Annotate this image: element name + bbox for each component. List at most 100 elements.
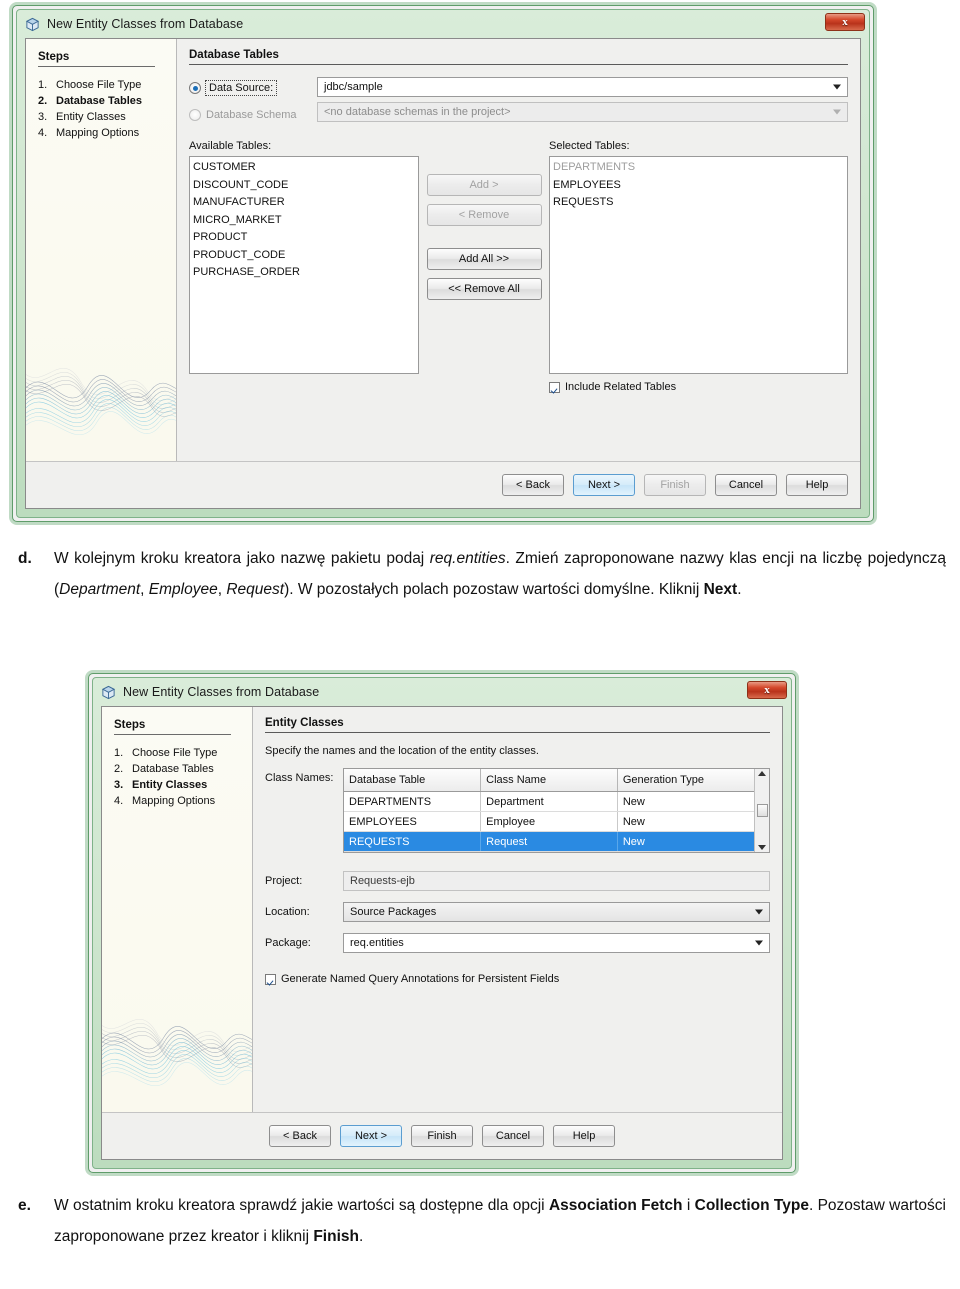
list-item[interactable]: PRODUCT [193, 229, 418, 247]
remove-button[interactable]: < Remove [426, 204, 542, 226]
add-all-button[interactable]: Add All >> [426, 248, 542, 270]
available-tables-listbox[interactable]: CUSTOMER DISCOUNT_CODE MANUFACTURER MICR… [189, 156, 419, 374]
generate-named-query-checkbox[interactable]: Generate Named Query Annotations for Per… [265, 973, 770, 985]
sidebar-item-database-tables[interactable]: 2. Database Tables [38, 93, 176, 109]
cell-generation-type[interactable]: New [617, 791, 754, 812]
project-label: Project: [265, 875, 303, 887]
column-header-generation-type[interactable]: Generation Type [617, 769, 754, 792]
radio-button-icon[interactable] [189, 109, 201, 121]
remove-all-button[interactable]: << Remove All [426, 278, 542, 300]
dialog-entity-classes[interactable]: New Entity Classes from Database x Steps… [88, 673, 796, 1173]
sidebar-item-database-tables[interactable]: 2. Database Tables [114, 761, 252, 777]
radio-button-icon[interactable] [189, 82, 201, 94]
close-icon[interactable]: x [747, 681, 787, 699]
chevron-down-icon[interactable] [833, 84, 841, 90]
dialog2-titlebar[interactable]: New Entity Classes from Database x [93, 678, 791, 706]
source-radio-group: Data Source: Database Schema [189, 77, 307, 131]
checkbox-icon[interactable] [265, 973, 276, 985]
cell-database-table[interactable]: DEPARTMENTS [344, 791, 482, 812]
sidebar-item-entity-classes[interactable]: 3. Entity Classes [114, 777, 252, 793]
class-names-row: Class Names: Database Table Class Name G… [265, 768, 770, 853]
list-item[interactable]: DEPARTMENTS [553, 159, 847, 177]
dialog1-frame: New Entity Classes from Database x Steps… [16, 9, 870, 518]
cancel-button[interactable]: Cancel [715, 474, 777, 496]
next-button[interactable]: Next > [340, 1125, 402, 1147]
list-item[interactable]: PRODUCT_CODE [193, 247, 418, 265]
chevron-down-icon[interactable] [755, 909, 763, 915]
class-names-table-wrapper[interactable]: Database Table Class Name Generation Typ… [343, 768, 770, 853]
entity-classes-description: Specify the names and the location of th… [265, 745, 539, 757]
include-related-tables-checkbox[interactable]: Include Related Tables [549, 381, 848, 393]
selected-tables-label: Selected Tables: [549, 140, 630, 152]
list-item[interactable]: PURCHASE_ORDER [193, 264, 418, 282]
class-names-table[interactable]: Database Table Class Name Generation Typ… [344, 769, 754, 852]
steps-list: 1. Choose File Type 2. Database Tables 3… [38, 77, 176, 141]
sidebar-item-choose-file-type[interactable]: 1. Choose File Type [114, 745, 252, 761]
include-related-tables-label: Include Related Tables [565, 381, 677, 393]
column-header-database-table[interactable]: Database Table [344, 769, 482, 792]
finish-button[interactable]: Finish [644, 474, 706, 496]
sidebar-item-choose-file-type[interactable]: 1. Choose File Type [38, 77, 176, 93]
table-row-selected[interactable]: REQUESTS Request New [344, 831, 754, 852]
data-source-combo[interactable]: jdbc/sample [317, 77, 848, 97]
step-label: Database Tables [132, 763, 214, 775]
dialog2-steps-pane: Steps 1. Choose File Type 2. Database Ta… [102, 707, 253, 1112]
dialog2-frame: New Entity Classes from Database x Steps… [92, 677, 792, 1169]
dialog2-content: Steps 1. Choose File Type 2. Database Ta… [102, 707, 782, 1112]
location-combo[interactable]: Source Packages [343, 902, 770, 922]
list-item[interactable]: MANUFACTURER [193, 194, 418, 212]
list-item[interactable]: REQUESTS [553, 194, 847, 212]
back-button[interactable]: < Back [269, 1125, 331, 1147]
table-row[interactable]: DEPARTMENTS Department New [344, 791, 754, 812]
close-icon[interactable]: x [825, 13, 865, 31]
cancel-button[interactable]: Cancel [482, 1125, 544, 1147]
dialog2-main-pane: Entity Classes Specify the names and the… [253, 707, 782, 1112]
cell-class-name[interactable]: Request [480, 831, 618, 852]
cell-database-table[interactable]: EMPLOYEES [344, 811, 482, 832]
table-row[interactable]: EMPLOYEES Employee New [344, 811, 754, 832]
checkbox-icon[interactable] [549, 381, 560, 393]
list-item[interactable]: DISCOUNT_CODE [193, 177, 418, 195]
package-combo[interactable]: req.entities [343, 933, 770, 953]
scrollbar-thumb[interactable] [756, 804, 768, 817]
scroll-down-icon[interactable] [758, 845, 766, 850]
chevron-down-icon[interactable] [755, 940, 763, 946]
datasource-row: Data Source: Database Schema jdbc/sample [189, 77, 848, 131]
steps-heading: Steps [114, 719, 231, 735]
selected-tables-listbox[interactable]: DEPARTMENTS EMPLOYEES REQUESTS [549, 156, 848, 374]
cell-generation-type[interactable]: New [617, 831, 754, 852]
cell-database-table[interactable]: REQUESTS [344, 831, 482, 852]
next-button[interactable]: Next > [573, 474, 635, 496]
package-value: req.entities [350, 937, 404, 949]
cell-class-name[interactable]: Department [480, 791, 618, 812]
add-button[interactable]: Add > [426, 174, 542, 196]
netbeans-wave-graphic [26, 368, 176, 435]
sidebar-item-mapping-options[interactable]: 4. Mapping Options [114, 793, 252, 809]
cell-generation-type[interactable]: New [617, 811, 754, 832]
data-source-value: jdbc/sample [324, 81, 383, 93]
list-item[interactable]: CUSTOMER [193, 159, 418, 177]
step-number: 2. [114, 763, 124, 775]
netbeans-wave-graphic [102, 1019, 252, 1086]
help-button[interactable]: Help [786, 474, 848, 496]
paragraph-e-text: W ostatnim kroku kreatora sprawdź jakie … [54, 1197, 946, 1245]
package-label: Package: [265, 937, 311, 949]
dialog-database-tables[interactable]: New Entity Classes from Database x Steps… [12, 5, 874, 522]
finish-button[interactable]: Finish [411, 1125, 473, 1147]
column-header-class-name[interactable]: Class Name [480, 769, 618, 792]
step-label: Database Tables [56, 95, 143, 107]
help-button[interactable]: Help [553, 1125, 615, 1147]
cell-class-name[interactable]: Employee [480, 811, 618, 832]
sidebar-item-entity-classes[interactable]: 3. Entity Classes [38, 109, 176, 125]
table-vertical-scrollbar[interactable] [754, 769, 769, 852]
radio-data-source[interactable]: Data Source: [189, 77, 307, 99]
scroll-up-icon[interactable] [758, 771, 766, 776]
list-item[interactable]: MICRO_MARKET [193, 212, 418, 230]
sidebar-item-mapping-options[interactable]: 4. Mapping Options [38, 125, 176, 141]
step-label: Mapping Options [132, 795, 216, 807]
dialog1-titlebar[interactable]: New Entity Classes from Database x [17, 10, 869, 38]
back-button[interactable]: < Back [502, 474, 564, 496]
radio-database-schema[interactable]: Database Schema [189, 104, 307, 126]
database-schema-label: Database Schema [206, 109, 297, 121]
list-item[interactable]: EMPLOYEES [553, 177, 847, 195]
